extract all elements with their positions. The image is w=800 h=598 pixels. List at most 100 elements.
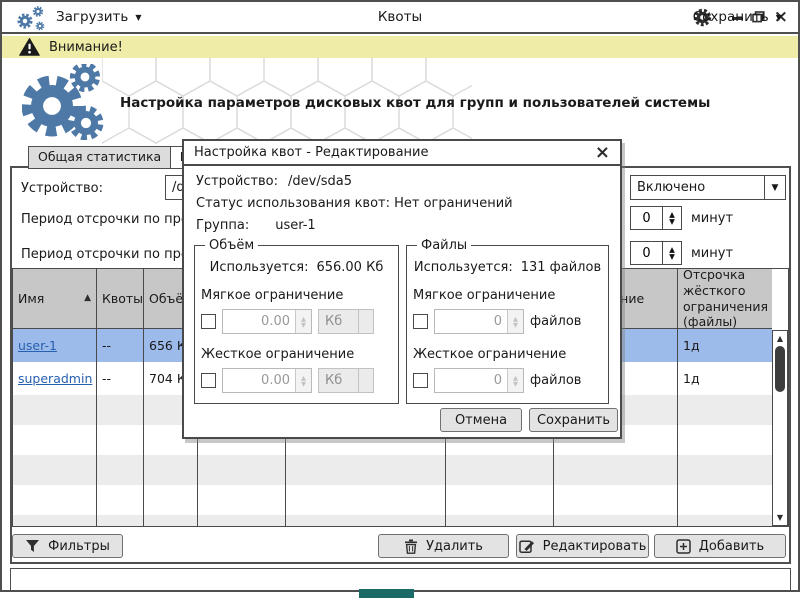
spinner-arrows-icon: ▲ ▼ <box>295 369 311 392</box>
delete-label: Удалить <box>426 538 483 554</box>
volume-hard-checkbox[interactable] <box>201 373 216 388</box>
grace-hard-input[interactable] <box>631 242 662 264</box>
trash-icon <box>405 539 418 554</box>
load-menu-label: Загрузить <box>56 9 129 25</box>
status-bar <box>10 568 791 591</box>
page-header: Настройка параметров дисковых квот для г… <box>2 58 798 146</box>
dialog-titlebar: Настройка квот - Редактирование × <box>184 141 620 166</box>
vertical-scrollbar[interactable]: ▲ ▼ <box>772 330 788 526</box>
add-label: Добавить <box>698 538 765 554</box>
dialog-cancel-button[interactable]: Отмена <box>440 408 522 432</box>
dialog-device-line: Устройство:/dev/sda5 <box>196 174 352 189</box>
column-header-name[interactable]: Имя ▲ <box>13 269 97 328</box>
chevron-down-icon: ▼ <box>775 12 782 22</box>
load-menu-button[interactable]: Загрузить ▼ <box>56 2 142 32</box>
warning-banner: Внимание! <box>2 36 798 58</box>
device-label: Устройство: <box>21 181 104 196</box>
volume-soft-checkbox[interactable] <box>201 314 216 329</box>
app-window: Загрузить ▼ Квоты Сохранить ▼ × Внимание… <box>0 0 800 598</box>
volume-group-legend: Объём <box>209 238 255 253</box>
edit-label: Редактировать <box>542 538 647 554</box>
scrollbar-thumb[interactable] <box>775 346 785 392</box>
volume-hard-label: Жесткое ограничение <box>201 347 355 362</box>
gears-icon <box>22 64 106 140</box>
filter-icon <box>26 540 40 552</box>
files-soft-spinner[interactable]: ▲▼ <box>434 309 524 334</box>
quota-state-value: Включено <box>637 180 706 195</box>
scroll-up-icon[interactable]: ▲ <box>773 334 787 343</box>
dialog-group-line: Группа: user-1 <box>196 218 316 233</box>
files-unit-label: файлов <box>530 373 582 388</box>
cell-quotas: -- <box>97 329 144 362</box>
cell-grace-hard-files: 1д <box>683 337 700 353</box>
window-title: Квоты <box>377 9 423 25</box>
spinner-arrows-icon: ▲ ▼ <box>295 310 311 333</box>
minutes-label: минут <box>691 211 734 226</box>
quota-state-select[interactable]: Включено ▼ <box>630 175 786 200</box>
volume-group: Объём Используется: 656.00 Кб Мягкое огра… <box>194 238 399 404</box>
dialog-close-button[interactable]: × <box>595 143 610 162</box>
cell-quotas: -- <box>97 362 144 395</box>
volume-used: Используется: 656.00 Кб <box>209 260 384 275</box>
files-hard-label: Жесткое ограничение <box>413 347 567 362</box>
files-group: Файлы Используется: 131 файлов Мягкое огр… <box>406 238 609 404</box>
spinner-arrows-icon: ▲ ▼ <box>507 310 523 333</box>
grace-soft-input[interactable] <box>631 207 662 229</box>
volume-hard-input[interactable] <box>223 369 295 392</box>
tab-general-stats[interactable]: Общая статистика <box>28 146 172 169</box>
page-title: Настройка параметров дисковых квот для г… <box>120 95 711 111</box>
column-header-quotas[interactable]: Квоты <box>97 269 144 328</box>
chevron-down-icon: ▼ <box>764 176 785 199</box>
cell-grace-hard-files: 1д <box>683 370 700 386</box>
user-link[interactable]: user-1 <box>18 338 57 354</box>
edit-pencil-icon <box>518 540 534 553</box>
spinner-arrows-icon[interactable]: ▲ ▼ <box>662 242 681 264</box>
volume-hard-spinner[interactable]: ▲▼ <box>222 368 312 393</box>
save-menu-button[interactable]: Сохранить ▼ <box>693 2 782 32</box>
files-used: Используется: 131 файлов <box>413 260 602 275</box>
empty-row <box>13 515 772 526</box>
spinner-arrows-icon[interactable]: ▲ ▼ <box>662 207 681 229</box>
user-link[interactable]: superadmin <box>18 371 92 387</box>
dialog-title: Настройка квот - Редактирование <box>194 145 429 160</box>
warning-text: Внимание! <box>49 39 123 55</box>
files-soft-label: Мягкое ограничение <box>413 288 556 303</box>
edit-quota-dialog: Настройка квот - Редактирование × Устрой… <box>182 139 622 439</box>
empty-row <box>13 455 772 485</box>
dialog-save-button[interactable]: Сохранить <box>529 408 618 432</box>
add-button[interactable]: Добавить <box>654 534 786 558</box>
column-header-grace-hard-files[interactable]: Отсрочка жёсткого ограничения (файлы) <box>678 269 772 328</box>
dialog-device-value: /dev/sda5 <box>288 174 352 189</box>
files-hard-checkbox[interactable] <box>413 373 428 388</box>
app-logo-gears-icon <box>17 5 45 31</box>
warning-triangle-icon <box>19 38 40 56</box>
grace-soft-spinner[interactable]: ▲▼ <box>630 206 682 230</box>
chevron-down-icon <box>358 369 373 392</box>
files-unit-label: файлов <box>530 314 582 329</box>
taskbar-item <box>359 589 414 598</box>
titlebar: Загрузить ▼ Квоты Сохранить ▼ × <box>2 2 798 34</box>
scroll-down-icon[interactable]: ▼ <box>773 513 787 522</box>
volume-soft-label: Мягкое ограничение <box>201 288 344 303</box>
filters-label: Фильтры <box>48 538 110 554</box>
files-hard-input[interactable] <box>435 369 507 392</box>
chevron-down-icon <box>358 310 373 333</box>
save-menu-label: Сохранить <box>692 9 769 25</box>
filters-button[interactable]: Фильтры <box>12 534 123 558</box>
sort-asc-icon: ▲ <box>84 292 91 303</box>
files-soft-checkbox[interactable] <box>413 314 428 329</box>
volume-soft-input[interactable] <box>223 310 295 333</box>
edit-button[interactable]: Редактировать <box>516 534 649 558</box>
delete-button[interactable]: Удалить <box>378 534 509 558</box>
volume-soft-unit-select[interactable]: Кб <box>318 309 374 334</box>
grace-hard-spinner[interactable]: ▲▼ <box>630 241 682 265</box>
empty-row <box>13 485 772 515</box>
files-soft-input[interactable] <box>435 310 507 333</box>
dialog-group-value: user-1 <box>275 218 316 233</box>
volume-hard-unit-select[interactable]: Кб <box>318 368 374 393</box>
spinner-arrows-icon: ▲ ▼ <box>507 369 523 392</box>
minutes-label: минут <box>691 246 734 261</box>
files-hard-spinner[interactable]: ▲▼ <box>434 368 524 393</box>
chevron-down-icon: ▼ <box>135 12 142 22</box>
volume-soft-spinner[interactable]: ▲▼ <box>222 309 312 334</box>
